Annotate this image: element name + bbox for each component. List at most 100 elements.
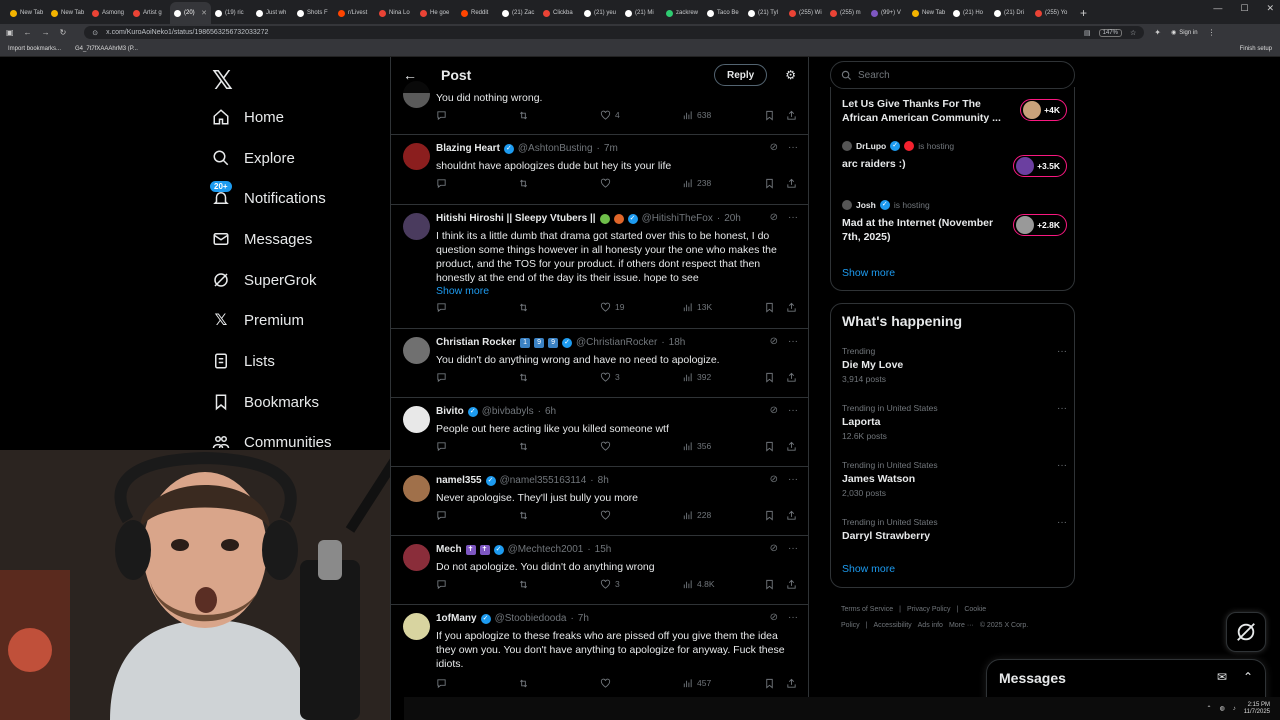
- reader-icon[interactable]: ▤: [1084, 29, 1091, 37]
- reply-tweet[interactable]: Christian Rocker 1 9 9 ✓ @ChristianRocke…: [391, 329, 808, 398]
- reload-icon[interactable]: ↻: [60, 28, 67, 37]
- tray-chevron-icon[interactable]: ⌃: [1206, 705, 1211, 712]
- browser-tab[interactable]: Shots F: [293, 2, 334, 24]
- avatar[interactable]: [403, 544, 430, 571]
- views-button[interactable]: 238: [682, 178, 711, 189]
- reply-button[interactable]: [436, 178, 451, 189]
- footer-link[interactable]: Terms of Service: [841, 606, 893, 613]
- tweet-time[interactable]: 15h: [595, 544, 612, 555]
- avatar[interactable]: [403, 613, 430, 640]
- tweet-time[interactable]: 18h: [669, 337, 686, 348]
- retweet-button[interactable]: [518, 441, 533, 452]
- compose-message-icon[interactable]: ✉: [1217, 670, 1227, 684]
- address-bar[interactable]: ⊙ x.com/KuroAoiNeko1/status/198656325673…: [84, 26, 1145, 39]
- views-button[interactable]: 638: [682, 110, 711, 121]
- zoom-level[interactable]: 147%: [1098, 28, 1122, 37]
- footer-link[interactable]: © 2025 X Corp.: [980, 622, 1028, 629]
- like-button[interactable]: 3: [600, 372, 620, 383]
- live-listeners-pill[interactable]: +4K: [1020, 99, 1067, 121]
- share-button[interactable]: [786, 579, 797, 590]
- browser-tab[interactable]: Just wh: [252, 2, 293, 24]
- browser-tab[interactable]: Reddit: [457, 2, 498, 24]
- browser-tab[interactable]: (21) Ho: [949, 2, 990, 24]
- share-button[interactable]: [786, 510, 797, 521]
- trend-item[interactable]: Trending in United States Darryl Strawbe…: [842, 517, 1067, 542]
- extensions-icon[interactable]: ✦: [1154, 28, 1161, 37]
- browser-tab[interactable]: (255) m: [826, 2, 867, 24]
- author-handle[interactable]: @bivbabyls: [482, 406, 534, 417]
- tweet-time[interactable]: 6h: [545, 406, 556, 417]
- browser-tab[interactable]: zackrew: [662, 2, 703, 24]
- more-icon[interactable]: ···: [788, 474, 798, 485]
- more-icon[interactable]: ···: [788, 543, 798, 554]
- browser-tab[interactable]: New Tab: [47, 2, 88, 24]
- new-tab-icon[interactable]: +: [1080, 2, 1087, 24]
- share-button[interactable]: [786, 678, 797, 689]
- share-button[interactable]: [786, 178, 797, 189]
- bookmark-button[interactable]: [764, 110, 775, 121]
- more-icon[interactable]: ···: [1057, 460, 1067, 471]
- author-handle[interactable]: @Stoobiedooda: [495, 613, 567, 624]
- author-name[interactable]: 1ofMany: [436, 613, 477, 624]
- author-name[interactable]: Hitishi Hiroshi || Sleepy Vtubers ||: [436, 213, 596, 224]
- browser-tab[interactable]: Nina Lo: [375, 2, 416, 24]
- tweet-time[interactable]: 20h: [724, 213, 741, 224]
- star-icon[interactable]: ☆: [1130, 29, 1136, 37]
- like-button[interactable]: 19: [600, 302, 624, 313]
- expand-icon[interactable]: ⌃: [1243, 670, 1253, 684]
- live-item[interactable]: Let Us Give Thanks For The African Ameri…: [842, 97, 1067, 125]
- filter-icon[interactable]: ⚙: [785, 68, 796, 82]
- finish-setup-button[interactable]: Finish setup: [1240, 46, 1272, 52]
- author-handle[interactable]: @AshtonBusting: [518, 143, 593, 154]
- browser-tab[interactable]: (99+) V: [867, 2, 908, 24]
- live-listeners-pill[interactable]: +2.8K: [1013, 214, 1067, 236]
- author-handle[interactable]: @HitishiTheFox: [642, 213, 713, 224]
- views-button[interactable]: 4.8K: [682, 579, 715, 590]
- views-button[interactable]: 356: [682, 441, 711, 452]
- retweet-button[interactable]: [518, 110, 533, 121]
- browser-tab[interactable]: (21) Tyl: [744, 2, 785, 24]
- more-icon[interactable]: ···: [788, 142, 798, 153]
- browser-tab[interactable]: (21) Mi: [621, 2, 662, 24]
- nav-bookmarks[interactable]: Bookmarks: [212, 388, 319, 416]
- share-button[interactable]: [786, 372, 797, 383]
- like-button[interactable]: [600, 678, 615, 689]
- bookmark-button[interactable]: [764, 441, 775, 452]
- browser-tab[interactable]: Asmong: [88, 2, 129, 24]
- reply-button[interactable]: Reply: [714, 64, 768, 86]
- nav-premium[interactable]: 𝕏 Premium: [212, 306, 304, 334]
- live-listeners-pill[interactable]: +3.5K: [1013, 155, 1067, 177]
- share-button[interactable]: [786, 302, 797, 313]
- like-button[interactable]: 4: [600, 110, 620, 121]
- nav-notifications[interactable]: 20+ Notifications: [210, 181, 326, 212]
- like-button[interactable]: 3: [600, 579, 620, 590]
- signin-button[interactable]: ◉ Sign in: [1171, 29, 1198, 37]
- more-icon[interactable]: ···: [788, 405, 798, 416]
- x-logo-icon[interactable]: 𝕏: [212, 65, 233, 96]
- views-button[interactable]: 228: [682, 510, 711, 521]
- retweet-button[interactable]: [518, 510, 533, 521]
- footer-link[interactable]: More ···: [949, 622, 974, 629]
- tweet-time[interactable]: 8h: [598, 475, 609, 486]
- more-icon[interactable]: ···: [1057, 403, 1067, 414]
- reply-button[interactable]: [436, 579, 451, 590]
- bookmark-button[interactable]: [764, 302, 775, 313]
- browser-tab[interactable]: Clickba: [539, 2, 580, 24]
- browser-tab[interactable]: He goe: [416, 2, 457, 24]
- forward-icon[interactable]: →: [42, 28, 50, 37]
- share-button[interactable]: [786, 441, 797, 452]
- grok-icon[interactable]: ⊘: [770, 474, 778, 485]
- reply-button[interactable]: [436, 441, 451, 452]
- tweet-time[interactable]: 7m: [604, 143, 618, 154]
- grok-icon[interactable]: ⊘: [770, 543, 778, 554]
- retweet-button[interactable]: [518, 302, 533, 313]
- views-button[interactable]: 392: [682, 372, 711, 383]
- browser-tab[interactable]: Artist g: [129, 2, 170, 24]
- browser-tab[interactable]: (255) Yo: [1031, 2, 1072, 24]
- reply-tweet[interactable]: namel355 ✓ @namel355163114 · 8h ⊘ ··· Nev…: [391, 467, 808, 536]
- back-icon[interactable]: ←: [24, 28, 32, 37]
- avatar[interactable]: [403, 213, 430, 240]
- live-item[interactable]: Josh ✓ is hosting Mad at the Internet (N…: [842, 200, 1067, 244]
- author-handle[interactable]: @ChristianRocker: [576, 337, 657, 348]
- nav-explore[interactable]: Explore: [212, 144, 295, 172]
